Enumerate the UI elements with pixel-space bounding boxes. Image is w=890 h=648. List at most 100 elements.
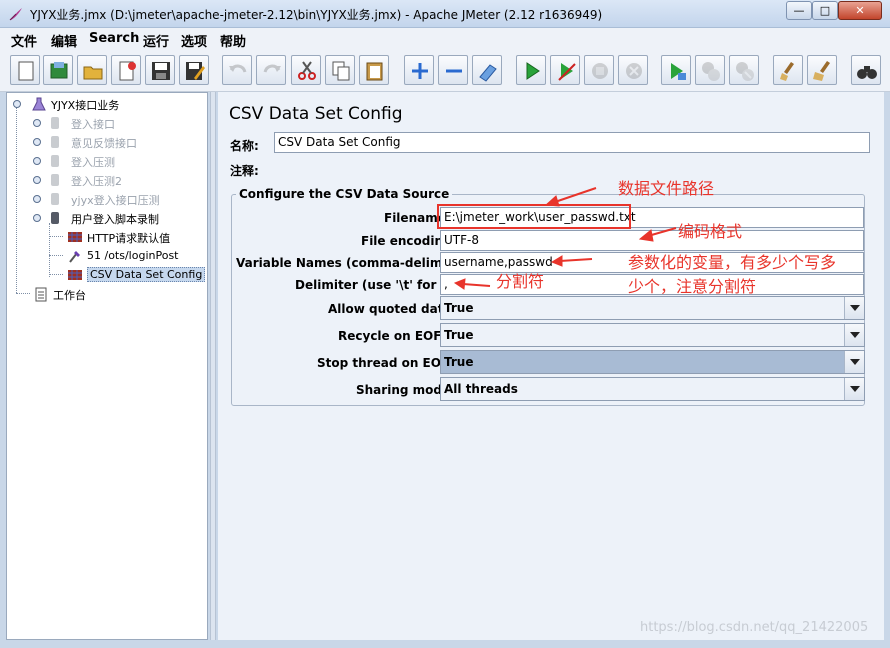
file-encoding-input[interactable]: UTF-8 (440, 230, 864, 251)
maximize-button[interactable]: □ (812, 1, 838, 20)
save-button[interactable] (145, 55, 175, 85)
tree-node-csv-config[interactable]: CSV Data Set Config (67, 266, 206, 284)
menu-edit[interactable]: 编辑 (51, 31, 77, 50)
menu-file[interactable]: 文件 (11, 31, 37, 50)
save-as-button[interactable] (179, 55, 209, 85)
workbench-clipboard-icon (35, 287, 47, 302)
stop-thread-eof-value: True (444, 355, 474, 369)
comment-label: 注释: (230, 164, 259, 178)
tree-node-label: 登入压测2 (71, 175, 122, 188)
start-icon (526, 62, 540, 80)
search-button[interactable] (851, 55, 881, 85)
tree-root-node[interactable]: YJYX接口业务 (13, 95, 203, 113)
close-window-button[interactable]: ✕ (838, 1, 882, 20)
comment-input[interactable] (268, 158, 870, 179)
tree-node-thread-group[interactable]: 用户登入脚本录制 (33, 209, 203, 227)
close-file-button[interactable] (111, 55, 141, 85)
start-no-pauses-icon (558, 63, 576, 81)
undo-button[interactable] (222, 55, 252, 85)
toggle-icon (479, 64, 497, 82)
close-icon (119, 61, 136, 81)
tree-node-label: 意见反馈接口 (71, 137, 137, 150)
window-title: YJYX业务.jmx (D:\jmeter\apache-jmeter-2.12… (30, 8, 603, 22)
tree-root-label: YJYX接口业务 (51, 99, 120, 112)
remote-shutdown-button[interactable] (729, 55, 759, 85)
thread-group-icon (51, 136, 59, 148)
clear-icon (780, 62, 794, 81)
new-button[interactable] (10, 55, 40, 85)
save-icon (152, 62, 170, 80)
copy-button[interactable] (325, 55, 355, 85)
templates-button[interactable] (43, 55, 73, 85)
thread-group-icon (51, 212, 59, 224)
stop-button[interactable] (584, 55, 614, 85)
start-no-pauses-button[interactable] (550, 55, 580, 85)
toggle-button[interactable] (472, 55, 502, 85)
minimize-button[interactable]: — (786, 1, 812, 20)
tree-toggle-icon[interactable] (33, 157, 41, 165)
save-as-icon (186, 62, 205, 80)
open-button[interactable] (77, 55, 107, 85)
menu-options[interactable]: 选项 (181, 31, 207, 50)
shutdown-button[interactable] (618, 55, 648, 85)
tree-toggle-icon[interactable] (33, 214, 41, 222)
menu-search[interactable]: Search (89, 31, 139, 46)
annotation-variables-1: 参数化的变量，有多少个写多 (628, 253, 837, 272)
dropdown-arrow-icon[interactable] (844, 378, 864, 400)
tree-node-http-sampler[interactable]: 51 /ots/loginPost (67, 247, 203, 265)
redo-button[interactable] (256, 55, 286, 85)
test-plan-tree: YJYX接口业务 登入接口 意见反馈接口 登入压测 登入压测2 yjyx登入接口… (6, 92, 208, 640)
tree-toggle-icon[interactable] (33, 138, 41, 146)
tree-node-label: 51 /ots/loginPost (87, 249, 179, 262)
tree-toggle-icon[interactable] (33, 195, 41, 203)
collapse-all-button[interactable] (438, 55, 468, 85)
filename-highlight-box (437, 204, 631, 229)
open-icon (83, 66, 103, 80)
start-button[interactable] (516, 55, 546, 85)
recycle-eof-value: True (444, 328, 474, 342)
tree-toggle-icon[interactable] (33, 176, 41, 184)
tree-node-thread-group[interactable]: 登入接口 (33, 114, 203, 132)
undo-icon (229, 64, 247, 73)
tree-node-thread-group[interactable]: 意见反馈接口 (33, 133, 203, 151)
recycle-eof-select[interactable]: True (440, 323, 865, 347)
cut-button[interactable] (291, 55, 321, 85)
allow-quoted-select[interactable]: True (440, 296, 865, 320)
menu-run[interactable]: 运行 (143, 31, 169, 50)
tree-toggle-icon[interactable] (13, 100, 21, 108)
tree-node-label: 用户登入脚本录制 (71, 213, 159, 226)
expand-icon (412, 63, 428, 79)
paste-button[interactable] (359, 55, 389, 85)
tree-node-thread-group[interactable]: 登入压测2 (33, 171, 203, 189)
config-element-icon (68, 270, 82, 280)
remote-stop-icon (702, 62, 720, 81)
tree-node-thread-group[interactable]: yjyx登入接口压测 (33, 190, 203, 208)
annotation-file-path: 数据文件路径 (618, 179, 715, 198)
dropdown-arrow-icon[interactable] (844, 297, 864, 319)
clear-all-button[interactable] (807, 55, 837, 85)
sharing-mode-select[interactable]: All threads (440, 377, 865, 401)
remote-start-button[interactable] (661, 55, 691, 85)
tree-node-thread-group[interactable]: 登入压测 (33, 152, 203, 170)
tree-node-label: HTTP请求默认值 (87, 232, 171, 245)
allow-quoted-value: True (444, 301, 474, 315)
name-input[interactable]: CSV Data Set Config (274, 132, 870, 153)
panel-splitter[interactable] (210, 92, 216, 640)
dropdown-arrow-icon[interactable] (844, 351, 864, 373)
dropdown-arrow-icon[interactable] (844, 324, 864, 346)
expand-all-button[interactable] (404, 55, 434, 85)
tree-node-workbench[interactable]: 工作台 (33, 285, 203, 303)
search-icon (857, 66, 877, 79)
remote-stop-button[interactable] (695, 55, 725, 85)
tree-node-label: 登入接口 (71, 118, 115, 131)
tree-node-http-defaults[interactable]: HTTP请求默认值 (67, 228, 203, 246)
remote-start-icon (671, 63, 686, 80)
title-bar: YJYX业务.jmx (D:\jmeter\apache-jmeter-2.12… (0, 0, 890, 28)
config-element-icon (68, 232, 82, 242)
menu-help[interactable]: 帮助 (220, 31, 246, 50)
copy-icon (332, 61, 350, 81)
tree-node-label: yjyx登入接口压测 (71, 194, 160, 207)
clear-button[interactable] (773, 55, 803, 85)
stop-thread-eof-select[interactable]: True (440, 350, 865, 374)
tree-toggle-icon[interactable] (33, 119, 41, 127)
